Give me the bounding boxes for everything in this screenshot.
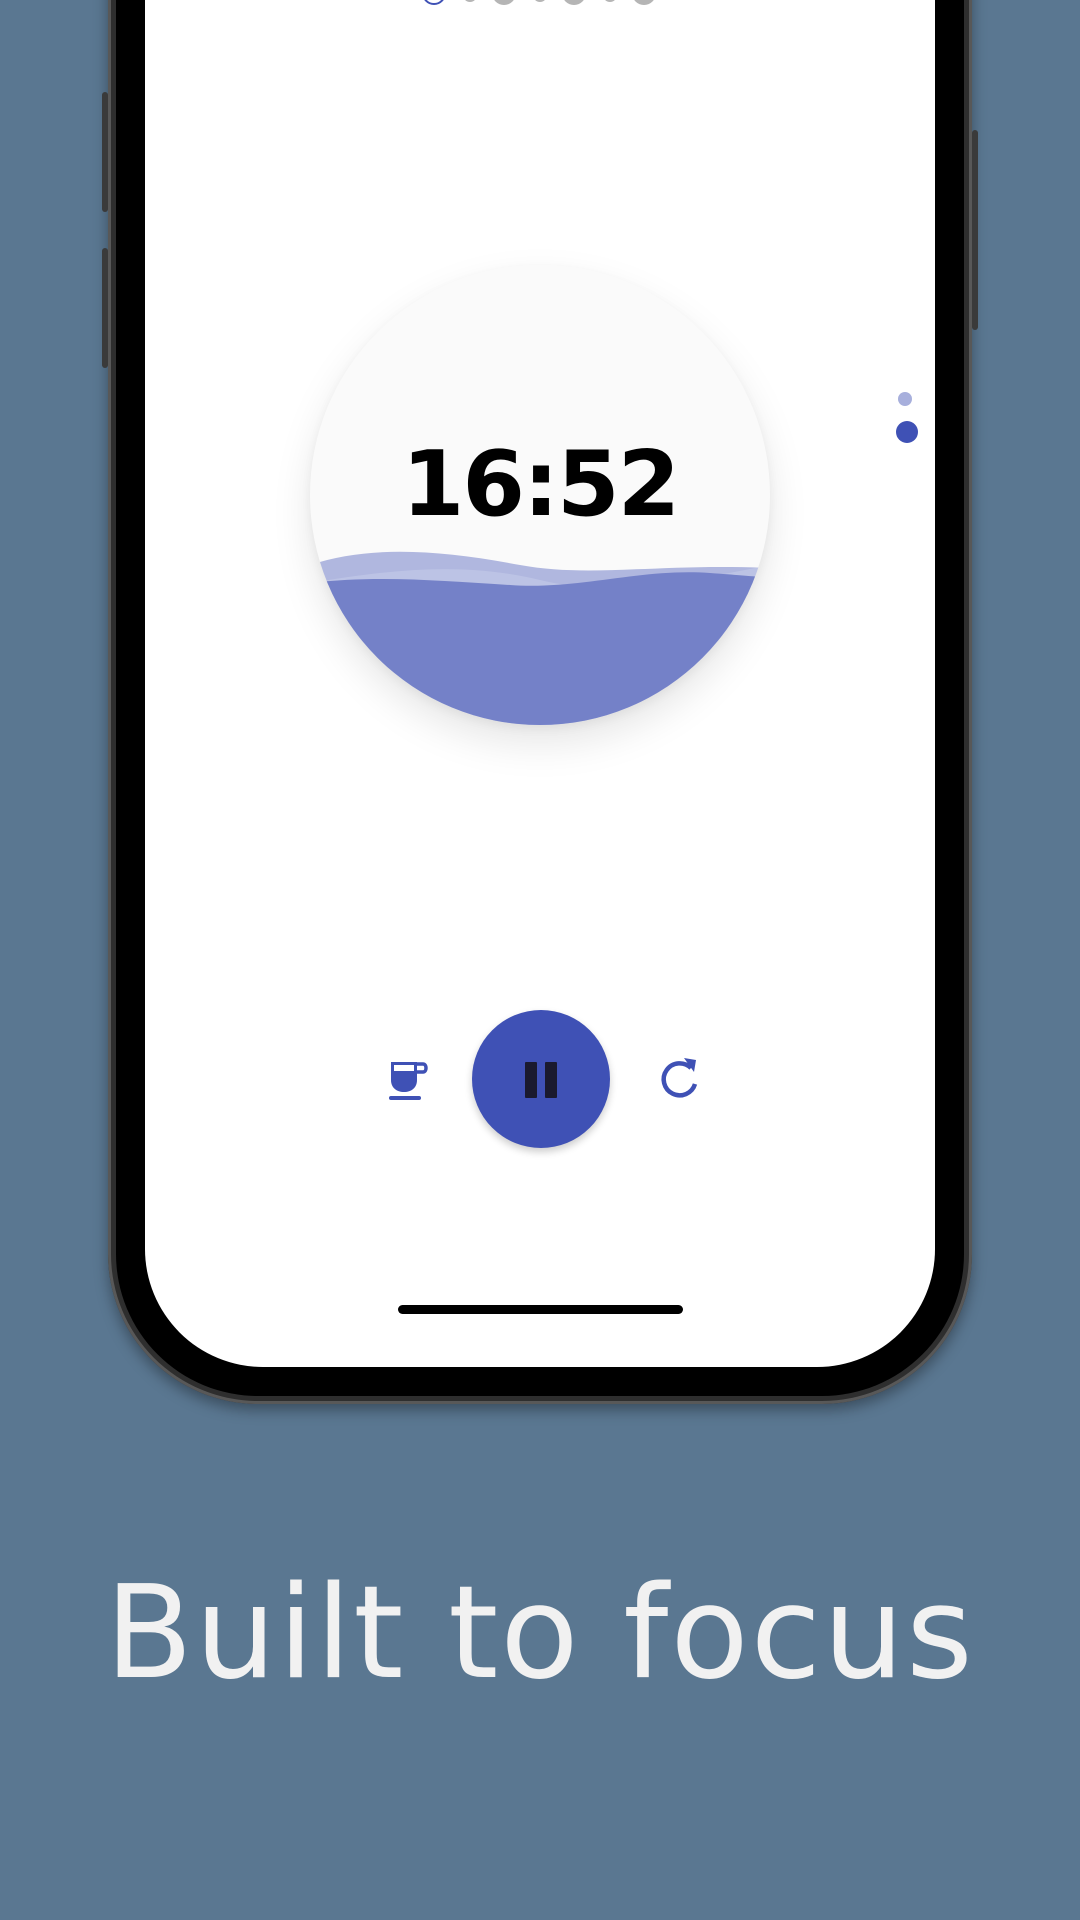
tagline: Built to focus (105, 1559, 975, 1708)
reset-button[interactable] (651, 1050, 711, 1110)
page-dot[interactable] (463, 0, 477, 2)
page-dot[interactable] (492, 0, 516, 5)
volume-down-button (102, 248, 108, 368)
page-dot[interactable] (603, 0, 617, 2)
refresh-icon (661, 1058, 698, 1098)
break-button[interactable] (379, 1052, 439, 1112)
page-dot[interactable] (632, 0, 656, 5)
page-dot[interactable] (562, 0, 586, 5)
home-indicator[interactable] (398, 1305, 683, 1314)
side-page-dot-active[interactable] (896, 421, 918, 443)
page-dot-active[interactable] (422, 0, 446, 5)
pause-button[interactable] (472, 1010, 610, 1148)
page-indicator (145, 0, 935, 26)
pause-icon (545, 1062, 557, 1098)
app-screen: 16:52 (145, 0, 935, 1367)
timer-circle[interactable]: 16:52 (310, 265, 770, 725)
timer-controls (145, 1010, 935, 1150)
power-button (972, 130, 978, 330)
side-page-dot[interactable] (898, 392, 912, 406)
page-dot[interactable] (533, 0, 547, 2)
coffee-cup-icon (389, 1062, 428, 1100)
volume-up-button (102, 92, 108, 212)
pause-icon (525, 1062, 537, 1098)
timer-display: 16:52 (401, 432, 680, 537)
